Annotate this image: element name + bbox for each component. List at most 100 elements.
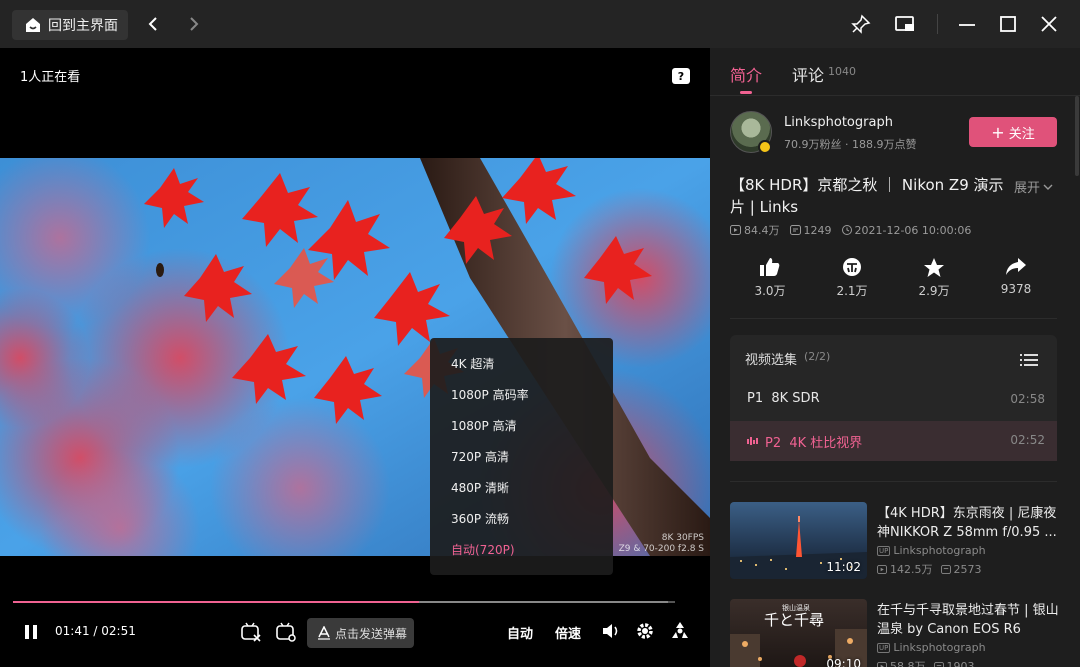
- expand-button[interactable]: 展开: [1014, 177, 1053, 196]
- quality-option-1080p-high-bitrate[interactable]: 1080P 高码率: [451, 386, 529, 403]
- danmaku-settings-icon[interactable]: [274, 620, 298, 644]
- views-count: 142.5万: [890, 563, 933, 576]
- date-stat: 2021-12-06 10:00:06: [841, 224, 971, 237]
- video-thumbnail: 银山温泉 千と千尋 09:10: [730, 599, 867, 667]
- verified-badge-icon: [758, 140, 772, 154]
- progress-bar[interactable]: [13, 601, 675, 603]
- danmaku-toggle-icon[interactable]: [239, 620, 263, 644]
- views-count: 58.8万: [890, 660, 926, 667]
- quality-option-480p[interactable]: 480P 清晰: [451, 479, 509, 496]
- episode-label: P1 8K SDR: [747, 391, 820, 406]
- dolby-atmos-icon[interactable]: [668, 620, 692, 642]
- like-count: 3.0万: [754, 284, 786, 298]
- tab-comments[interactable]: 评论: [792, 62, 824, 86]
- recommended-video[interactable]: 11:02 【4K HDR】东京雨夜 | 尼康夜神NIKKOR Z 58mm f…: [730, 502, 1060, 582]
- settings-gear-icon[interactable]: [634, 620, 656, 642]
- up-tag: UP: [877, 545, 891, 556]
- video-meta: 84.4万 1249 2021-12-06 10:00:06: [730, 222, 971, 238]
- tab-bar: 简介 评论 1040: [710, 48, 1080, 96]
- maximize-icon[interactable]: [996, 12, 1020, 36]
- home-label: 回到主界面: [48, 18, 118, 34]
- coin-button[interactable]: 2.1万: [827, 256, 877, 299]
- quality-option-4k[interactable]: 4K 超清: [451, 355, 494, 372]
- views-stat: 142.5万: [877, 561, 933, 577]
- favorite-star-icon: [924, 257, 944, 277]
- views-count: 84.4万: [744, 224, 780, 237]
- clock-icon: [841, 225, 852, 235]
- episode-list-count: (2/2): [804, 350, 831, 363]
- comments-count: 1040: [828, 65, 856, 78]
- speed-button[interactable]: 倍速: [555, 623, 581, 642]
- episode-list: 视频选集 (2/2) P1 8K SDR 02:58 P2 4K 杜比视界 02…: [730, 335, 1057, 461]
- recommended-video[interactable]: 银山温泉 千と千尋 09:10 在千与千寻取景地过春节 | 银山温泉 by Ca…: [730, 599, 1060, 667]
- like-button[interactable]: 3.0万: [745, 256, 795, 299]
- quality-option-1080p[interactable]: 1080P 高清: [451, 417, 517, 434]
- episode-item-p2[interactable]: P2 4K 杜比视界 02:52: [730, 421, 1057, 461]
- danmaku-input[interactable]: 点击发送弹幕: [307, 618, 414, 648]
- watermark-line-2: Z9 & 70-200 f2.8 S: [618, 544, 704, 554]
- danmaku-count-icon: [933, 661, 944, 667]
- feedback-icon[interactable]: ?: [672, 68, 690, 84]
- favorite-button[interactable]: 2.9万: [909, 256, 959, 299]
- volume-icon[interactable]: [600, 620, 622, 642]
- views-stat: 84.4万: [730, 222, 780, 238]
- coin-count: 2.1万: [836, 284, 868, 298]
- mini-window-icon[interactable]: [893, 12, 917, 36]
- recommended-title: 【4K HDR】东京雨夜 | 尼康夜神NIKKOR Z 58mm f/0.95 …: [877, 506, 1057, 540]
- time-separator: /: [89, 624, 102, 638]
- divider: [730, 481, 1057, 482]
- danmaku-stat: 1249: [789, 223, 832, 237]
- list-view-icon[interactable]: [1020, 352, 1038, 371]
- like-icon: [760, 258, 780, 276]
- danmaku-count-icon: [789, 225, 801, 235]
- danmaku-stat: 1903: [933, 658, 975, 667]
- episode-duration: 02:58: [1010, 392, 1045, 406]
- danmaku-count: 1249: [803, 223, 832, 237]
- quality-option-720p[interactable]: 720P 高清: [451, 448, 509, 465]
- tab-intro[interactable]: 简介: [730, 62, 762, 86]
- follow-button[interactable]: + 关注: [969, 117, 1057, 147]
- minimize-icon[interactable]: [955, 12, 979, 36]
- author-name: Linksphotograph: [893, 544, 986, 557]
- coin-icon: [843, 258, 861, 276]
- home-button[interactable]: 回到主界面: [12, 10, 128, 40]
- back-arrow-icon[interactable]: [143, 14, 163, 34]
- title-bar: 回到主界面: [0, 0, 1080, 48]
- uploader-stats: 70.9万粉丝 · 188.9万点赞: [784, 138, 917, 151]
- quality-option-360p[interactable]: 360P 流畅: [451, 510, 509, 527]
- recommended-stats: 142.5万 2573: [877, 561, 982, 577]
- video-player[interactable]: 1人正在看 ? 8K 30FPS Z9 & 70-200 f2.8 S 4K 超…: [0, 48, 710, 667]
- watermark-line-1: 8K 30FPS: [661, 533, 704, 543]
- progress-buffered: [418, 601, 669, 603]
- play-count-icon: [877, 564, 887, 574]
- share-button[interactable]: 9378: [991, 256, 1041, 296]
- chevron-down-icon: [1043, 184, 1053, 190]
- danmaku-count: 1903: [946, 659, 975, 667]
- play-count-icon: [877, 661, 887, 667]
- pin-icon[interactable]: [849, 12, 873, 36]
- sidebar-scrollbar[interactable]: [1075, 96, 1079, 176]
- quality-option-auto[interactable]: 自动(720P): [451, 541, 515, 558]
- danmaku-count-icon: [940, 564, 951, 574]
- favorite-count: 2.9万: [918, 284, 950, 298]
- forward-arrow-icon[interactable]: [184, 14, 204, 34]
- follow-label: 关注: [1008, 126, 1035, 142]
- video-title: 【8K HDR】京都之秋 ｜ Nikon Z9 演示片 | Links: [730, 176, 1004, 216]
- video-watermark: 8K 30FPS Z9 & 70-200 f2.8 S: [619, 533, 704, 555]
- episode-item-p1[interactable]: P1 8K SDR 02:58: [730, 380, 1057, 420]
- viewer-count: 1人正在看: [20, 70, 81, 85]
- player-controls: 01:41 / 02:51 点击发送弹幕 自动 倍速: [0, 615, 710, 655]
- recommended-author: UP Linksphotograph: [877, 544, 986, 557]
- quality-button[interactable]: 自动: [507, 623, 533, 642]
- close-icon[interactable]: [1037, 12, 1061, 36]
- video-thumbnail: 11:02: [730, 502, 867, 579]
- expand-label: 展开: [1014, 181, 1041, 196]
- thumb-overlay-title: 千と千尋: [764, 611, 825, 629]
- now-playing-icon: [747, 437, 758, 445]
- time-current: 01:41: [55, 624, 90, 638]
- views-stat: 58.8万: [877, 658, 926, 667]
- pause-icon[interactable]: [20, 621, 42, 643]
- recommended-author: UP Linksphotograph: [877, 641, 986, 654]
- episode-label: P2 4K 杜比视界: [765, 436, 863, 451]
- uploader-name[interactable]: Linksphotograph: [784, 115, 893, 130]
